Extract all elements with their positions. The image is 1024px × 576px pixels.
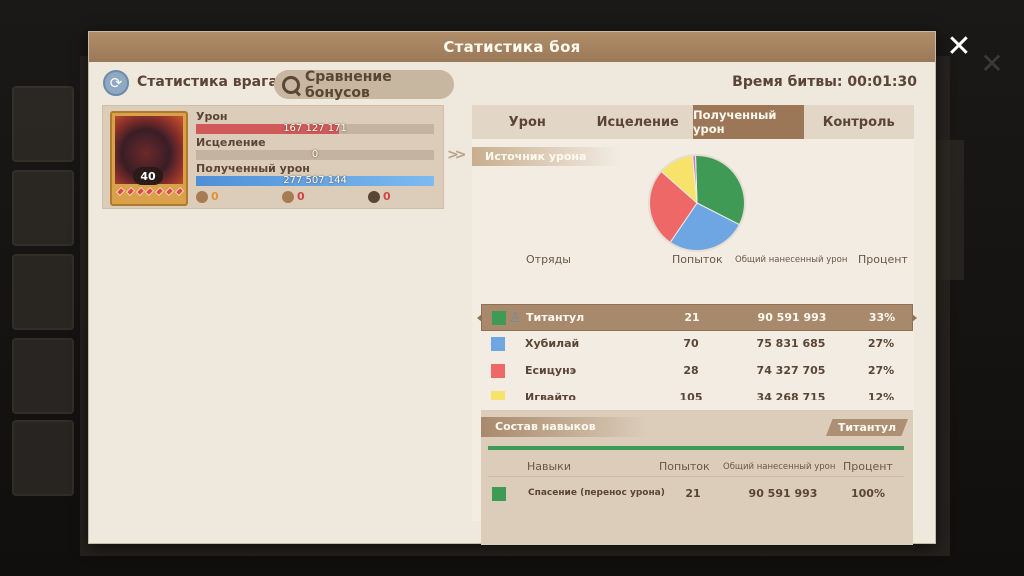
stat-damage: Урон 167 127 171 — [196, 110, 436, 134]
skill-total: 90 591 993 — [748, 487, 818, 500]
skill-row[interactable]: Спасение (перенос урона) 21 90 591 993 1… — [488, 482, 904, 506]
hero-counters: 0 0 0 — [196, 190, 436, 206]
col-header-units: Отряды — [526, 253, 571, 266]
background-close-icon: ✕ — [980, 47, 1004, 80]
stats-panel: Урон Исцеление Полученный урон Контроль … — [472, 105, 917, 545]
search-icon — [280, 74, 301, 96]
col-header-percent: Процент — [843, 460, 893, 473]
bonus-compare-label: Сравнение бонусов — [304, 68, 392, 101]
stat-value: 277 507 144 — [283, 175, 347, 186]
unit-percent: 12% — [867, 391, 895, 400]
color-swatch — [491, 391, 505, 400]
skill-attempts: 21 — [685, 487, 701, 500]
color-swatch — [492, 487, 506, 501]
skills-panel: Состав навыков Титантул Навыки Попыток О… — [481, 410, 913, 545]
skill-name: Спасение (перенос урона) — [528, 488, 665, 498]
tab-damage-taken[interactable]: Полученный урон — [693, 105, 804, 139]
unit-name: Хубилай — [525, 337, 580, 350]
unit-row[interactable]: Есицунэ 28 74 327 705 27% — [481, 358, 913, 385]
hero-stars — [115, 186, 185, 199]
unit-name: Есицунэ — [525, 364, 577, 377]
hero-portrait[interactable]: 40 — [110, 111, 188, 206]
skills-progress-bar — [488, 446, 904, 450]
tab-control[interactable]: Контроль — [804, 105, 915, 139]
col-header-percent: Процент — [858, 253, 908, 266]
unit-percent: 27% — [867, 364, 895, 377]
damage-source-label: Источник урона — [472, 147, 620, 166]
bg-menu-tile — [12, 86, 74, 162]
col-header-total: Общий нанесенный урон — [723, 462, 836, 472]
col-header-skills: Навыки — [527, 460, 571, 473]
stat-bar: 277 507 144 — [196, 175, 434, 186]
unit-total: 34 268 715 — [756, 391, 826, 400]
double-arrow-icon: >> — [447, 147, 467, 163]
divider — [488, 476, 904, 477]
unit-total: 90 591 993 — [757, 311, 827, 324]
battle-stats-dialog: Статистика боя ⟳ Статистика врага Сравне… — [88, 31, 936, 545]
unit-total: 74 327 705 — [756, 364, 826, 377]
stats-tabs: Урон Исцеление Полученный урон Контроль — [472, 105, 914, 139]
counter-deaths: 0 — [368, 190, 391, 203]
color-swatch — [492, 311, 506, 325]
stat-bar: 167 127 171 — [196, 123, 434, 134]
bg-menu-tile — [12, 254, 74, 330]
bg-menu-tile — [12, 338, 74, 414]
skills-label: Состав навыков — [481, 417, 649, 437]
tab-damage[interactable]: Урон — [472, 105, 583, 139]
col-header-total: Общий нанесенный урон — [735, 255, 848, 265]
counter-defeated: 0 — [282, 190, 305, 203]
hero-level: 40 — [133, 167, 163, 185]
stat-value: 0 — [311, 149, 319, 160]
unit-percent: 27% — [867, 337, 895, 350]
stat-damage-taken: Полученный урон 277 507 144 — [196, 162, 436, 186]
unit-name: Игвайто — [525, 391, 576, 400]
unit-attempts: 28 — [683, 364, 699, 377]
stat-label: Исцеление — [196, 136, 266, 149]
damage-source-pie-chart — [648, 154, 746, 252]
stat-bar: 0 — [196, 149, 434, 160]
stat-value: 167 127 171 — [283, 123, 347, 134]
ally-icon — [196, 190, 208, 203]
unit-name: Титантул — [526, 311, 585, 324]
table-scroll-clip[interactable]: Игвайто 105 34 268 715 12% — [472, 389, 914, 400]
person-icon — [282, 190, 294, 203]
unit-figure-icon: ♙ — [509, 310, 522, 326]
unit-row[interactable]: Игвайто 105 34 268 715 12% — [481, 389, 913, 400]
hero-card[interactable]: 40 Урон 167 127 171 Исцеление 0 Полученн… — [102, 105, 444, 209]
unit-row[interactable]: ♙ Титантул 21 90 591 993 33% — [477, 304, 917, 331]
col-header-attempts: Попыток — [659, 460, 710, 473]
enemy-stats-button[interactable]: Статистика врага — [137, 74, 278, 90]
bg-menu-tile — [12, 420, 74, 496]
skills-unit-tag[interactable]: Титантул — [826, 419, 908, 436]
swap-icon[interactable]: ⟳ — [103, 70, 129, 96]
counter-allies: 0 — [196, 190, 219, 203]
unit-percent: 33% — [868, 311, 896, 324]
stat-healing: Исцеление 0 — [196, 136, 436, 160]
unit-attempts: 70 — [683, 337, 699, 350]
skull-icon — [368, 190, 380, 203]
unit-attempts: 105 — [679, 391, 703, 400]
bonus-compare-button[interactable]: Сравнение бонусов — [274, 68, 454, 101]
bg-menu-tile — [12, 170, 74, 246]
col-header-attempts: Попыток — [672, 253, 723, 266]
unit-total: 75 831 685 — [756, 337, 826, 350]
dialog-title: Статистика боя — [89, 32, 935, 62]
color-swatch — [491, 337, 505, 351]
battle-time: Время битвы: 00:01:30 — [732, 74, 917, 90]
tab-healing[interactable]: Исцеление — [583, 105, 694, 139]
stat-label: Урон — [196, 110, 228, 123]
unit-attempts: 21 — [684, 311, 700, 324]
stat-label: Полученный урон — [196, 162, 310, 175]
close-icon[interactable]: ✕ — [944, 32, 974, 62]
skill-percent: 100% — [851, 487, 885, 500]
unit-row[interactable]: Хубилай 70 75 831 685 27% — [481, 331, 913, 358]
color-swatch — [491, 364, 505, 378]
